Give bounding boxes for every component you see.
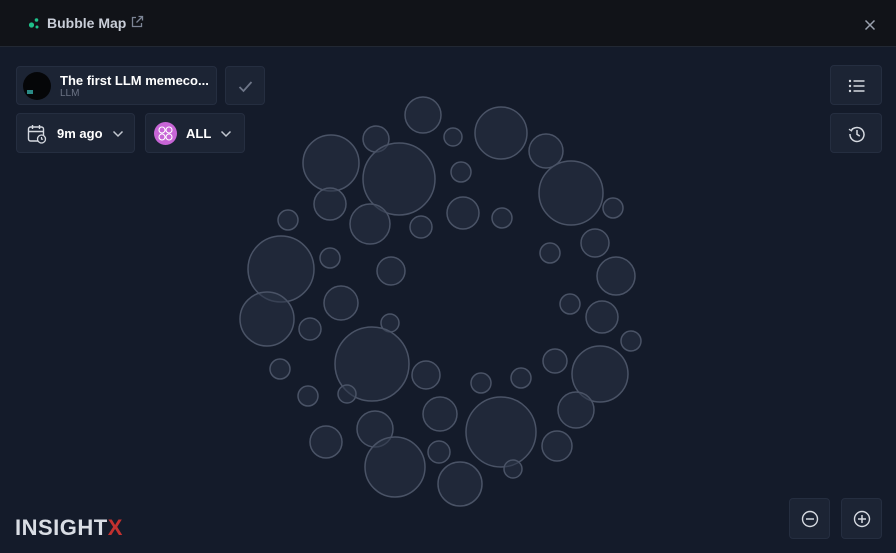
holder-bubble[interactable] <box>313 187 347 221</box>
close-icon[interactable] <box>863 18 877 32</box>
zoom-in-icon <box>853 510 871 528</box>
holder-bubble[interactable] <box>470 372 492 394</box>
holder-bubble[interactable] <box>446 196 480 230</box>
filter-badge <box>154 122 177 145</box>
bubble-map-window: Bubble Map The first LLM memeco... LLM 9… <box>0 0 896 553</box>
token-avatar <box>23 72 51 100</box>
holder-bubble[interactable] <box>422 396 458 432</box>
chevron-down-icon <box>220 130 232 138</box>
holder-bubble[interactable] <box>539 242 561 264</box>
holder-bubble[interactable] <box>596 256 636 296</box>
holder-bubble[interactable] <box>602 197 624 219</box>
holder-bubble[interactable] <box>323 285 359 321</box>
holder-bubble[interactable] <box>620 330 642 352</box>
check-icon <box>238 81 253 93</box>
holder-bubble[interactable] <box>269 358 291 380</box>
holder-bubble[interactable] <box>337 384 357 404</box>
chevron-down-icon <box>112 130 124 138</box>
holder-bubble[interactable] <box>319 247 341 269</box>
token-name: The first LLM memeco... <box>60 73 209 88</box>
holder-bubble[interactable] <box>309 425 343 459</box>
holder-bubble[interactable] <box>437 461 483 507</box>
zoom-out-button[interactable] <box>789 498 830 539</box>
holder-bubble[interactable] <box>510 367 532 389</box>
holder-bubble[interactable] <box>409 215 433 239</box>
holder-bubble[interactable] <box>376 256 406 286</box>
holder-filter-dropdown[interactable]: ALL <box>145 113 245 153</box>
holder-list-button[interactable] <box>830 65 882 105</box>
holder-bubble[interactable] <box>239 291 295 347</box>
holder-bubble[interactable] <box>538 160 604 226</box>
zoom-in-button[interactable] <box>841 498 882 539</box>
holder-bubble[interactable] <box>404 96 442 134</box>
holder-bubble[interactable] <box>411 360 441 390</box>
holder-filter-label: ALL <box>186 126 212 141</box>
confirm-button[interactable] <box>225 66 265 105</box>
title-bar: Bubble Map <box>0 0 896 47</box>
external-link-icon[interactable] <box>130 15 144 29</box>
history-button[interactable] <box>830 113 882 153</box>
holder-bubble[interactable] <box>465 396 537 468</box>
calendar-clock-icon <box>27 125 47 144</box>
holder-bubble[interactable] <box>557 391 595 429</box>
zoom-out-icon <box>801 510 819 528</box>
brand-suffix: X <box>107 515 123 540</box>
holder-bubble[interactable] <box>585 300 619 334</box>
holder-bubble[interactable] <box>364 436 426 498</box>
insightx-logo: INSIGHTX <box>15 515 123 541</box>
token-selector[interactable]: The first LLM memeco... LLM <box>16 66 217 105</box>
token-symbol: LLM <box>60 88 80 99</box>
holder-bubble[interactable] <box>298 317 322 341</box>
history-icon <box>848 126 865 143</box>
holder-bubble[interactable] <box>474 106 528 160</box>
holder-bubble[interactable] <box>349 203 391 245</box>
time-range-label: 9m ago <box>57 126 103 141</box>
bubble-dots-icon <box>28 18 39 29</box>
holder-bubble[interactable] <box>277 209 299 231</box>
brand-name: INSIGHT <box>15 515 108 540</box>
holder-bubble[interactable] <box>491 207 513 229</box>
holder-bubble[interactable] <box>580 228 610 258</box>
window-title: Bubble Map <box>47 15 127 31</box>
holder-bubble[interactable] <box>247 235 315 303</box>
holder-bubble[interactable] <box>297 385 319 407</box>
holder-bubble[interactable] <box>542 348 568 374</box>
holder-bubble[interactable] <box>503 459 523 479</box>
holder-bubble[interactable] <box>559 293 581 315</box>
holders-icon <box>158 126 173 141</box>
holder-bubble[interactable] <box>443 127 463 147</box>
holder-bubble[interactable] <box>528 133 564 169</box>
holder-bubble[interactable] <box>541 430 573 462</box>
holder-bubble[interactable] <box>302 134 360 192</box>
holder-bubble[interactable] <box>427 440 451 464</box>
holder-bubble[interactable] <box>450 161 472 183</box>
list-icon <box>848 79 865 93</box>
time-range-dropdown[interactable]: 9m ago <box>16 113 135 153</box>
